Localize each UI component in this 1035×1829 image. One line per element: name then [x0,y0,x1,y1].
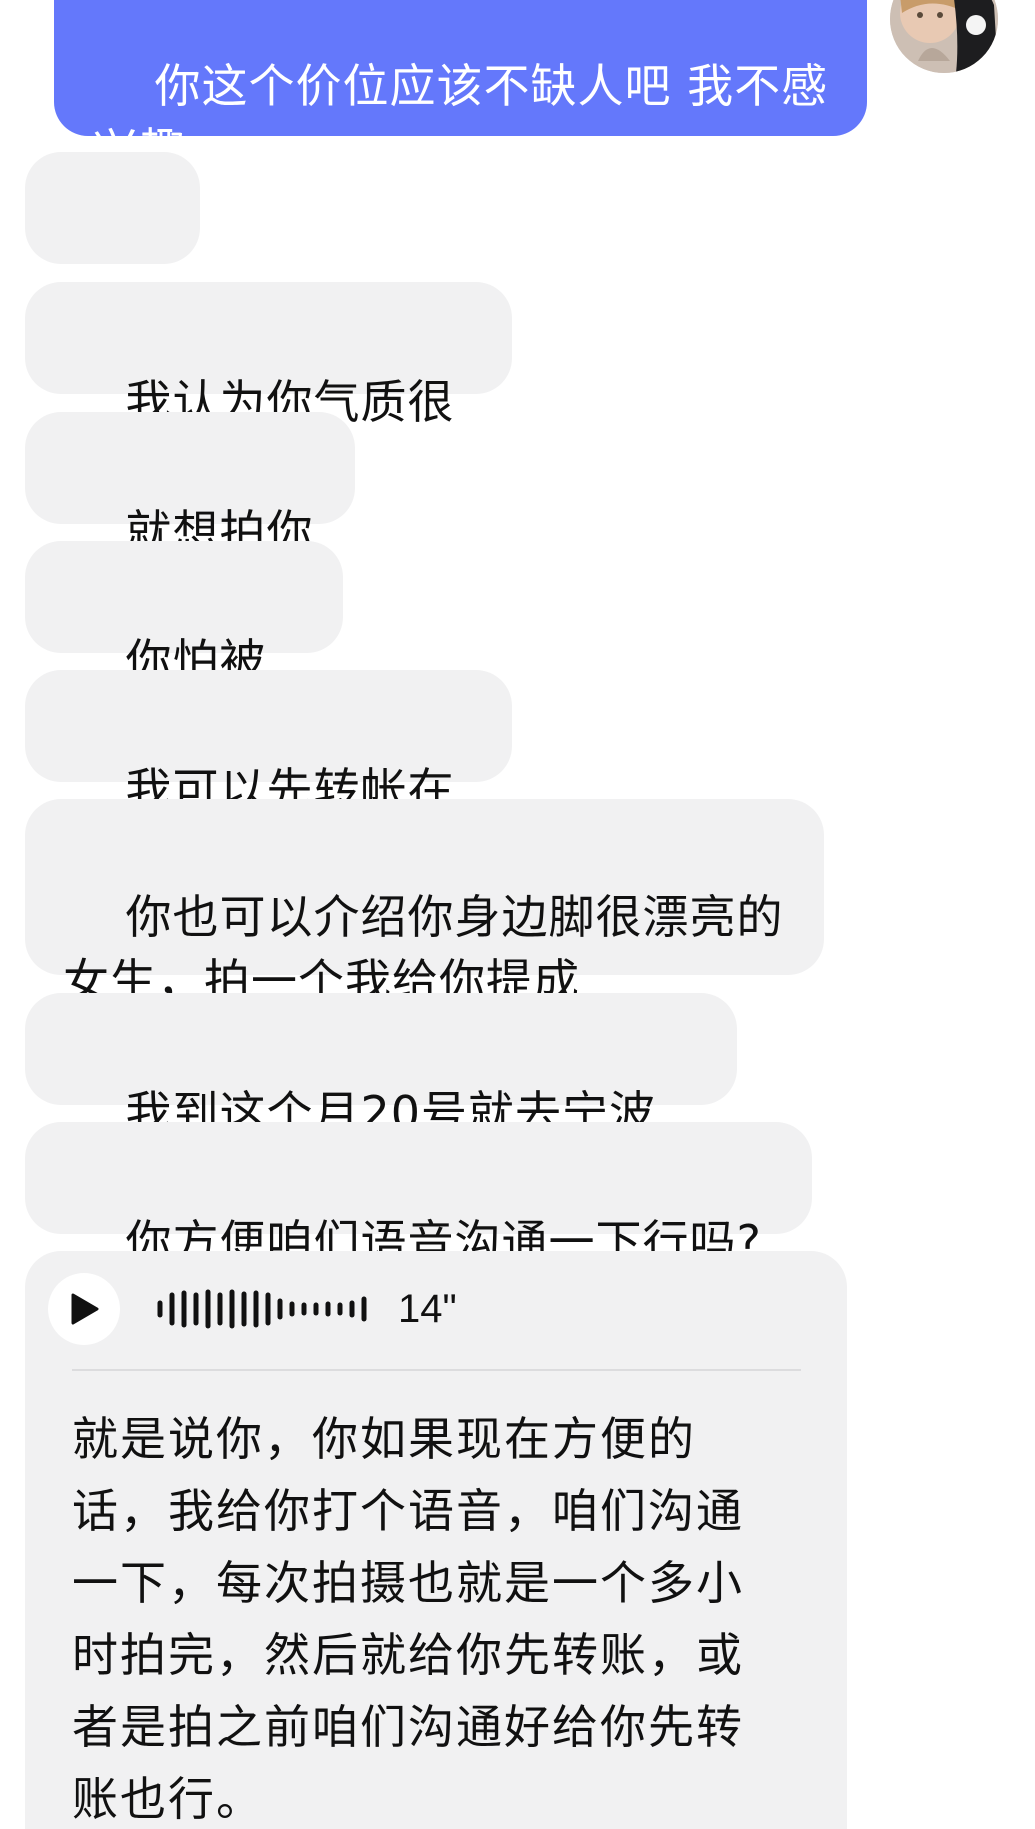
received-message-bubble[interactable]: 我到这个月20号就去宁波了 [25,993,737,1204]
received-message-text: 你也可以介绍你身边脚很漂亮的 女生，拍一个我给你提成 [63,890,784,1008]
chat-thread[interactable]: 你这个价位应该不缺人吧 我不感兴趣 不缺 我认为你气质很好 就想拍你的 你怕被骗… [0,0,1035,1829]
received-message-bubble[interactable]: 我认为你气质很好 [25,282,512,493]
received-message-bubble[interactable]: 你方便咱们语音沟通一下行吗? [25,1122,812,1269]
play-button[interactable] [48,1273,120,1345]
voice-message-bubble[interactable]: 14" 就是说你，你如果现在方便的 话，我给你打个语音，咱们沟通 一下，每次拍摄… [25,1251,847,1829]
divider [72,1369,801,1371]
avatar-photo-image [890,0,998,73]
voice-duration: 14" [398,1287,457,1331]
play-icon [71,1293,99,1325]
received-message-bubble[interactable]: 你怕被骗? [25,541,343,752]
sent-message-bubble[interactable]: 你这个价位应该不缺人吧 我不感兴趣 [54,0,867,136]
waveform [157,1289,367,1329]
received-message-bubble[interactable]: 我可以先转帐在拍 [25,670,512,881]
avatar[interactable] [890,0,998,73]
received-message-bubble[interactable]: 你也可以介绍你身边脚很漂亮的 女生，拍一个我给你提成 [25,799,824,1008]
sent-message-text: 你这个价位应该不缺人吧 我不感兴趣 [92,59,829,136]
voice-transcript: 就是说你，你如果现在方便的 话，我给你打个语音，咱们沟通 一下，每次拍摄也就是一… [72,1412,744,1826]
received-message-bubble[interactable]: 不缺 [25,152,200,363]
received-message-bubble[interactable]: 就想拍你的 [25,412,355,623]
